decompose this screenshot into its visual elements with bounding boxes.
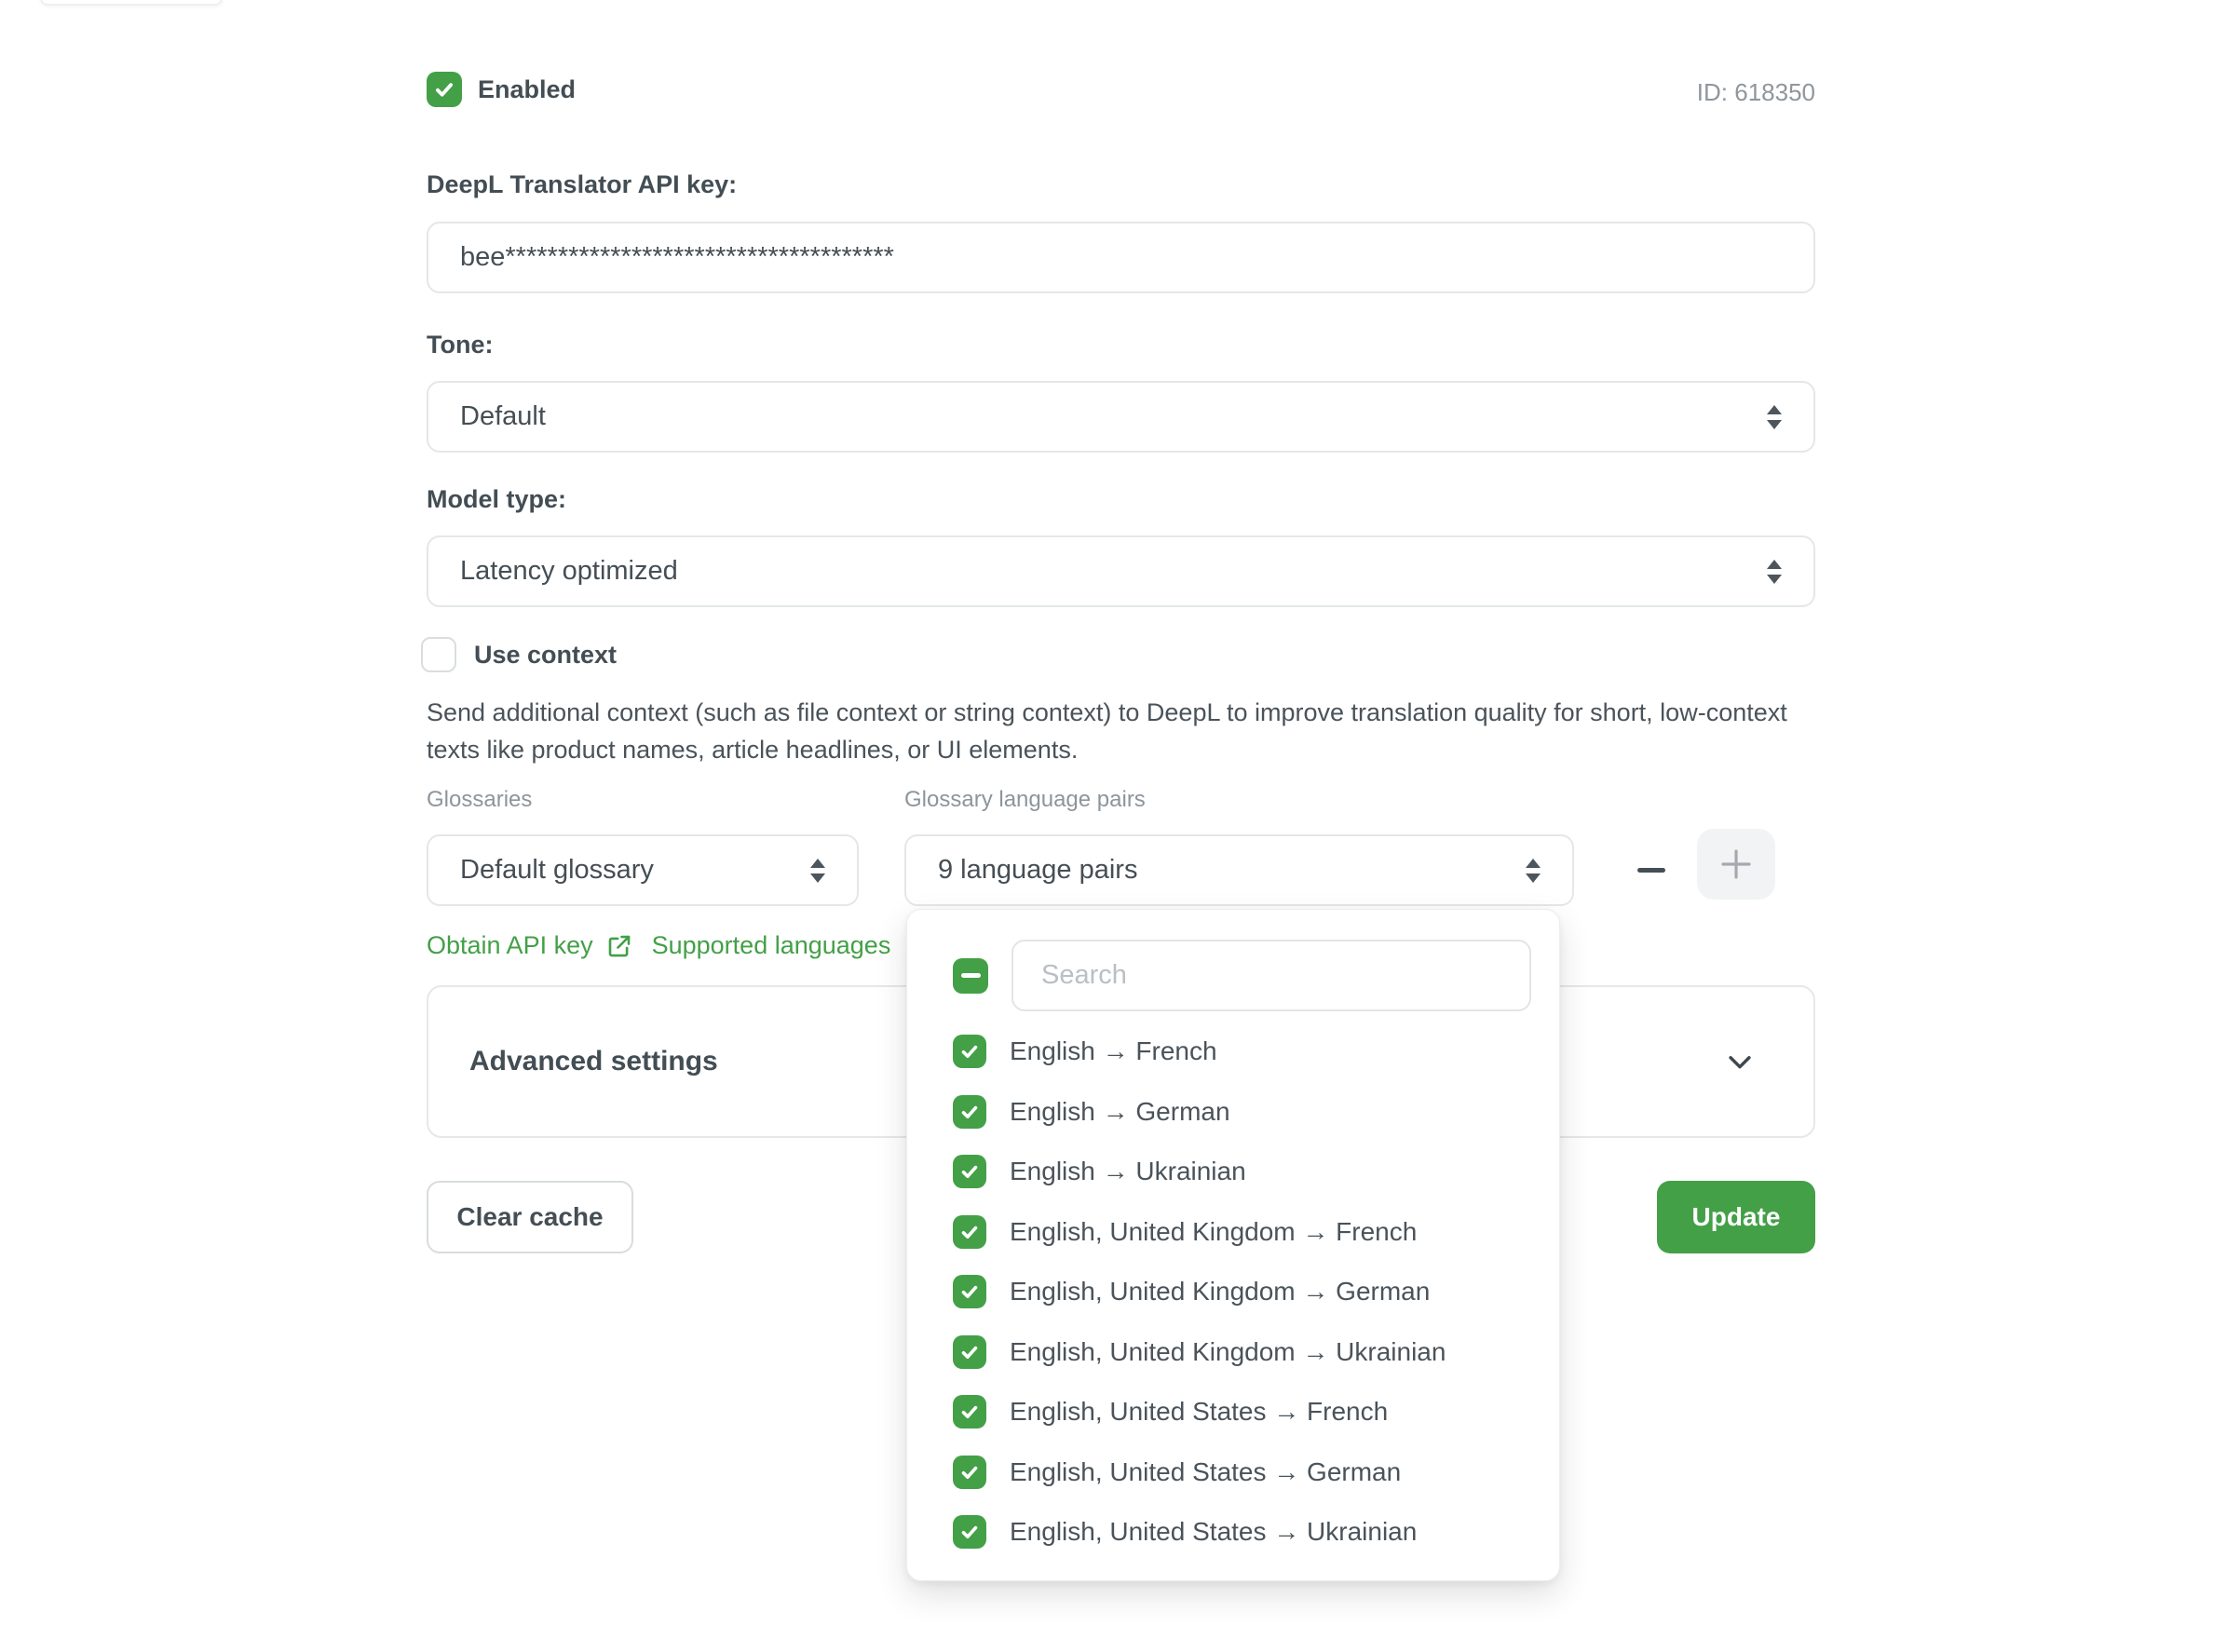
check-icon xyxy=(958,1521,981,1543)
check-icon xyxy=(958,1040,981,1063)
enabled-checkbox[interactable] xyxy=(427,72,462,107)
use-context-checkbox[interactable] xyxy=(421,637,456,672)
checkbox-checked[interactable] xyxy=(953,1456,986,1489)
api-key-label: DeepL Translator API key: xyxy=(427,170,737,199)
check-icon xyxy=(958,1280,981,1303)
check-icon xyxy=(958,1160,981,1183)
glossary-select[interactable]: Default glossary xyxy=(427,834,859,906)
obtain-api-key-link[interactable]: Obtain API key xyxy=(427,931,633,960)
checkbox-checked[interactable] xyxy=(953,1335,986,1369)
language-pair-option[interactable]: English, United States → German xyxy=(907,1442,1559,1503)
use-context-description: Send additional context (such as file co… xyxy=(427,694,1798,768)
select-updown-icon xyxy=(1767,560,1782,584)
select-updown-icon xyxy=(1526,859,1541,883)
clear-cache-button[interactable]: Clear cache xyxy=(427,1181,633,1253)
language-pair-option[interactable]: English → French xyxy=(907,1022,1559,1082)
indeterminate-icon xyxy=(961,973,981,978)
check-icon xyxy=(958,1101,981,1123)
model-type-select[interactable]: Latency optimized xyxy=(427,535,1815,607)
language-pair-option[interactable]: English → German xyxy=(907,1082,1559,1143)
checkbox-checked[interactable] xyxy=(953,1095,986,1129)
use-context-row: Use context xyxy=(421,637,617,672)
language-pair-list: English → French English → German Englis… xyxy=(907,1022,1559,1563)
select-updown-icon xyxy=(1767,405,1782,429)
search-input[interactable] xyxy=(1011,940,1531,1011)
chevron-down-icon[interactable] xyxy=(1724,1046,1756,1077)
add-glossary-button[interactable] xyxy=(1697,829,1775,900)
model-type-select-value: Latency optimized xyxy=(460,556,678,587)
clipped-element-above xyxy=(40,0,223,6)
language-pairs-select[interactable]: 9 language pairs xyxy=(904,834,1574,906)
supported-languages-link[interactable]: Supported languages xyxy=(652,931,891,960)
language-pairs-select-value: 9 language pairs xyxy=(938,855,1137,886)
check-icon xyxy=(958,1221,981,1243)
checkbox-checked[interactable] xyxy=(953,1035,986,1068)
model-type-label: Model type: xyxy=(427,485,566,514)
language-pair-option[interactable]: English, United Kingdom → French xyxy=(907,1202,1559,1263)
checkbox-checked[interactable] xyxy=(953,1275,986,1308)
remove-glossary-button[interactable] xyxy=(1627,846,1676,894)
language-pair-option[interactable]: English, United States → Ukrainian xyxy=(907,1502,1559,1563)
checkbox-checked[interactable] xyxy=(953,1395,986,1429)
api-key-input[interactable] xyxy=(460,242,1782,273)
external-link-icon xyxy=(605,932,633,960)
language-pairs-dropdown: English → French English → German Englis… xyxy=(906,909,1560,1581)
enabled-label: Enabled xyxy=(478,75,576,104)
glossaries-label: Glossaries xyxy=(427,787,532,813)
tone-select[interactable]: Default xyxy=(427,381,1815,453)
check-icon xyxy=(958,1341,981,1363)
check-icon xyxy=(432,77,456,102)
api-key-field xyxy=(427,222,1815,293)
update-button[interactable]: Update xyxy=(1657,1181,1815,1253)
language-pair-option[interactable]: English, United Kingdom → Ukrainian xyxy=(907,1322,1559,1383)
enabled-row: Enabled xyxy=(427,72,576,107)
integration-id: ID: 618350 xyxy=(1632,78,1815,107)
checkbox-checked[interactable] xyxy=(953,1515,986,1549)
advanced-settings-title: Advanced settings xyxy=(469,1046,718,1077)
language-pair-option[interactable]: English → Ukrainian xyxy=(907,1142,1559,1202)
minus-icon xyxy=(1637,868,1665,873)
language-pair-option[interactable]: English, United States → French xyxy=(907,1382,1559,1442)
use-context-label: Use context xyxy=(474,641,617,670)
tone-select-value: Default xyxy=(460,401,546,432)
language-pairs-label: Glossary language pairs xyxy=(904,787,1146,813)
select-all-checkbox[interactable] xyxy=(953,958,988,994)
checkbox-checked[interactable] xyxy=(953,1215,986,1249)
tone-label: Tone: xyxy=(427,331,493,359)
dropdown-header xyxy=(953,940,1531,1011)
glossary-select-value: Default glossary xyxy=(460,855,654,886)
help-links-row: Obtain API key Supported languages xyxy=(427,931,890,960)
checkbox-checked[interactable] xyxy=(953,1155,986,1188)
select-updown-icon xyxy=(810,859,825,883)
plus-icon xyxy=(1717,845,1756,884)
deepl-integration-settings-page: Enabled ID: 618350 DeepL Translator API … xyxy=(0,0,2213,1652)
check-icon xyxy=(958,1401,981,1423)
check-icon xyxy=(958,1461,981,1483)
language-pair-option[interactable]: English, United Kingdom → German xyxy=(907,1262,1559,1322)
